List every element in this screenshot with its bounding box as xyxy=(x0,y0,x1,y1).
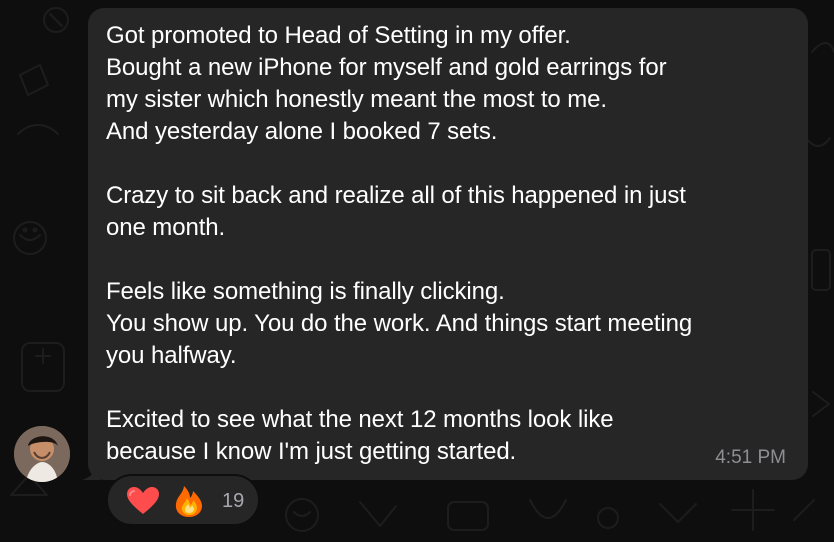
message-text: Got promoted to Head of Setting in my of… xyxy=(106,22,693,465)
message-timestamp: 4:51 PM xyxy=(715,447,786,468)
fire-icon[interactable] xyxy=(174,484,204,518)
reactions-pill[interactable]: 19 xyxy=(106,474,260,526)
reaction-count: 19 xyxy=(222,490,245,512)
heart-icon[interactable] xyxy=(126,486,160,516)
avatar[interactable] xyxy=(14,426,70,482)
